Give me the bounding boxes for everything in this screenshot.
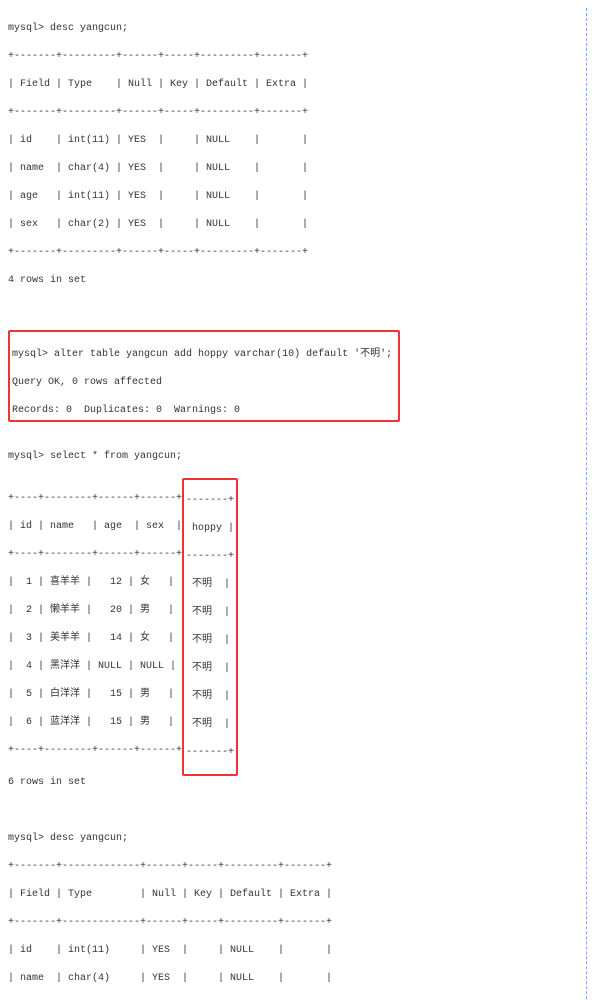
select-col-row: 不明 | — [186, 634, 234, 648]
cmd-select: select * from yangcun; — [50, 451, 182, 462]
desc1-row: | age | int(11) | YES | | NULL | | — [8, 190, 566, 204]
desc1-sep-mid: +-------+---------+------+-----+--------… — [8, 106, 566, 120]
desc1-row: | sex | char(2) | YES | | NULL | | — [8, 218, 566, 232]
terminal-output: mysql> desc yangcun; +-------+---------+… — [8, 8, 587, 1000]
desc2-sep-mid: +-------+-------------+------+-----+----… — [8, 916, 566, 930]
select-col-sep-bot: -------+ — [186, 746, 234, 760]
mysql-prompt: mysql> — [12, 349, 48, 360]
desc1-header: | Field | Type | Null | Key | Default | … — [8, 78, 566, 92]
desc1-sep-bot: +-------+---------+------+-----+--------… — [8, 246, 566, 260]
alter-result-line2: Records: 0 Duplicates: 0 Warnings: 0 — [12, 404, 392, 418]
select-left-columns: +----+--------+------+------+ | id | nam… — [8, 478, 182, 772]
desc2-row: | name | char(4) | YES | | NULL | | — [8, 972, 566, 986]
mysql-prompt: mysql> — [8, 451, 44, 462]
desc2-sep-top: +-------+-------------+------+-----+----… — [8, 860, 566, 874]
select-col-header: hoppy | — [186, 522, 234, 536]
select-sep-bot: +----+--------+------+------+ — [8, 744, 182, 758]
select-col-row: 不明 | — [186, 718, 234, 732]
select-sep-mid: +----+--------+------+------+ — [8, 548, 182, 562]
highlight-alter-block: mysql> alter table yangcun add hoppy var… — [8, 330, 400, 422]
select-footer: 6 rows in set — [8, 776, 566, 790]
select-row: | 6 | 蓝洋洋 | 15 | 男 | — [8, 716, 182, 730]
select-row: | 4 | 黑洋洋 | NULL | NULL | — [8, 660, 182, 674]
cmd-desc1: desc yangcun; — [50, 23, 128, 34]
desc1-row: | name | char(4) | YES | | NULL | | — [8, 162, 566, 176]
cmd-desc2: desc yangcun; — [50, 833, 128, 844]
desc1-row: | id | int(11) | YES | | NULL | | — [8, 134, 566, 148]
highlight-hoppy-column: -------+ hoppy | -------+ 不明 | 不明 | 不明 |… — [182, 478, 238, 776]
select-sep-top: +----+--------+------+------+ — [8, 492, 182, 506]
select-col-sep-top: -------+ — [186, 494, 234, 508]
mysql-prompt: mysql> — [8, 23, 44, 34]
select-col-row: 不明 | — [186, 690, 234, 704]
select-row: | 2 | 懒羊羊 | 20 | 男 | — [8, 604, 182, 618]
desc1-sep-top: +-------+---------+------+-----+--------… — [8, 50, 566, 64]
desc2-header: | Field | Type | Null | Key | Default | … — [8, 888, 566, 902]
select-row: | 1 | 喜羊羊 | 12 | 女 | — [8, 576, 182, 590]
select-row: | 5 | 白洋洋 | 15 | 男 | — [8, 688, 182, 702]
desc1-footer: 4 rows in set — [8, 274, 566, 288]
desc2-row: | id | int(11) | YES | | NULL | | — [8, 944, 566, 958]
select-col-row: 不明 | — [186, 606, 234, 620]
select-col-sep-mid: -------+ — [186, 550, 234, 564]
alter-result-line1: Query OK, 0 rows affected — [12, 376, 392, 390]
cmd-alter: alter table yangcun add hoppy varchar(10… — [54, 349, 392, 360]
select-col-row: 不明 | — [186, 578, 234, 592]
select-row: | 3 | 美羊羊 | 14 | 女 | — [8, 632, 182, 646]
select-header: | id | name | age | sex | — [8, 520, 182, 534]
select-col-row: 不明 | — [186, 662, 234, 676]
mysql-prompt: mysql> — [8, 833, 44, 844]
